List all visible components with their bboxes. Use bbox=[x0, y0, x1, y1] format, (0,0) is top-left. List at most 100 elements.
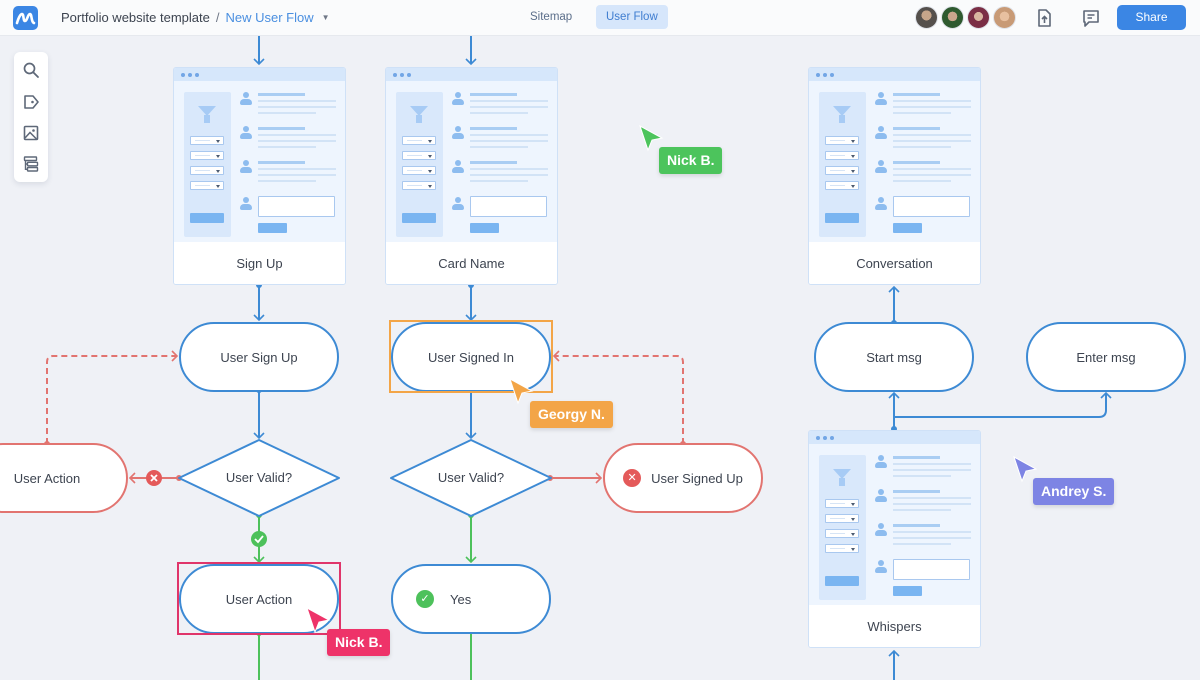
button-placeholder bbox=[825, 576, 859, 586]
window-dot bbox=[407, 73, 411, 77]
text-line bbox=[258, 127, 305, 130]
button-placeholder bbox=[402, 213, 436, 223]
tag-icon[interactable] bbox=[22, 93, 40, 111]
node-user-action-error[interactable]: User Action bbox=[0, 443, 128, 513]
breadcrumb-current-flow[interactable]: New User Flow bbox=[225, 10, 313, 25]
decision-user-valid-left[interactable] bbox=[178, 439, 340, 517]
wireframe-body bbox=[174, 81, 345, 242]
sitemap-icon[interactable] bbox=[22, 155, 40, 173]
text-line bbox=[893, 146, 951, 148]
flow-canvas[interactable]: Sign Up Card Name Conversation Whispers … bbox=[0, 0, 1200, 680]
user-icon bbox=[875, 197, 887, 210]
window-dot bbox=[830, 73, 834, 77]
breadcrumb-project[interactable]: Portfolio website template bbox=[61, 10, 210, 25]
text-line bbox=[893, 469, 971, 471]
window-dot bbox=[400, 73, 404, 77]
text-line bbox=[470, 161, 517, 164]
button-placeholder bbox=[893, 223, 922, 233]
button-placeholder bbox=[893, 586, 922, 596]
text-line bbox=[470, 168, 548, 170]
image-icon[interactable] bbox=[22, 124, 40, 142]
export-icon[interactable] bbox=[1034, 8, 1054, 28]
text-line bbox=[893, 93, 940, 96]
text-line bbox=[258, 106, 336, 108]
node-enter-msg[interactable]: Enter msg bbox=[1026, 322, 1186, 392]
filter-sidebar bbox=[396, 92, 443, 237]
node-label: User Sign Up bbox=[220, 349, 298, 365]
avatar[interactable] bbox=[993, 6, 1016, 29]
text-line bbox=[893, 174, 971, 176]
node-label: User Signed In bbox=[428, 349, 514, 365]
node-label: Yes bbox=[450, 591, 472, 607]
dropdown-placeholder bbox=[825, 151, 859, 160]
text-line bbox=[470, 180, 528, 182]
text-line bbox=[470, 93, 517, 96]
user-icon bbox=[240, 160, 252, 173]
node-label: User Action bbox=[13, 470, 81, 486]
window-dot bbox=[823, 436, 827, 440]
screen-conversation[interactable]: Conversation bbox=[808, 67, 981, 285]
text-line bbox=[470, 100, 548, 102]
success-icon: ✓ bbox=[416, 590, 434, 608]
screen-title: Card Name bbox=[386, 242, 557, 284]
node-yes[interactable]: ✓ Yes bbox=[391, 564, 551, 634]
text-line bbox=[470, 127, 517, 130]
decision-user-valid-right[interactable] bbox=[390, 439, 552, 517]
screen-whispers[interactable]: Whispers bbox=[808, 430, 981, 648]
avatar[interactable] bbox=[967, 6, 990, 29]
text-line bbox=[258, 140, 336, 142]
text-line bbox=[893, 497, 971, 499]
dropdown-placeholder bbox=[825, 514, 859, 523]
user-icon bbox=[452, 92, 464, 105]
text-line bbox=[893, 100, 971, 102]
screen-card-name[interactable]: Card Name bbox=[385, 67, 558, 285]
text-line bbox=[470, 140, 548, 142]
window-dot bbox=[830, 436, 834, 440]
node-start-msg[interactable]: Start msg bbox=[814, 322, 974, 392]
text-line bbox=[258, 168, 336, 170]
avatar[interactable] bbox=[915, 6, 938, 29]
cursor-label: Andrey S. bbox=[1033, 478, 1115, 505]
text-line bbox=[258, 146, 316, 148]
connector bbox=[46, 350, 179, 444]
dropdown-placeholder bbox=[190, 181, 224, 190]
search-icon[interactable] bbox=[22, 61, 40, 79]
text-line bbox=[470, 112, 528, 114]
text-line bbox=[258, 161, 305, 164]
node-user-signed-up[interactable]: ✕ User Signed Up bbox=[603, 443, 763, 513]
text-line bbox=[470, 146, 528, 148]
filter-sidebar bbox=[819, 455, 866, 600]
user-icon bbox=[875, 523, 887, 536]
user-icon bbox=[240, 92, 252, 105]
user-icon bbox=[875, 560, 887, 573]
dropdown-placeholder bbox=[825, 166, 859, 175]
text-line bbox=[258, 134, 336, 136]
window-dot bbox=[816, 436, 820, 440]
screen-sign-up[interactable]: Sign Up bbox=[173, 67, 346, 285]
tab-sitemap[interactable]: Sitemap bbox=[520, 5, 582, 29]
dropdown-placeholder bbox=[825, 499, 859, 508]
text-line bbox=[470, 106, 548, 108]
screen-title: Conversation bbox=[809, 242, 980, 284]
logo-icon bbox=[15, 12, 36, 25]
share-button[interactable]: Share bbox=[1117, 5, 1186, 30]
screen-title: Whispers bbox=[809, 605, 980, 647]
app-logo[interactable] bbox=[13, 6, 38, 30]
text-line bbox=[893, 106, 971, 108]
window-dot bbox=[823, 73, 827, 77]
chevron-down-icon[interactable]: ▼ bbox=[322, 13, 330, 22]
node-label: Enter msg bbox=[1076, 349, 1136, 365]
text-line bbox=[893, 531, 971, 533]
dropdown-placeholder bbox=[402, 181, 436, 190]
node-user-sign-up[interactable]: User Sign Up bbox=[179, 322, 339, 392]
wireframe-body bbox=[386, 81, 557, 242]
comment-icon[interactable] bbox=[1081, 8, 1101, 28]
avatar[interactable] bbox=[941, 6, 964, 29]
window-dot bbox=[195, 73, 199, 77]
text-line bbox=[893, 168, 971, 170]
window-bar bbox=[386, 68, 557, 81]
tab-user-flow[interactable]: User Flow bbox=[596, 5, 668, 29]
user-icon bbox=[452, 197, 464, 210]
node-label: User Action bbox=[225, 591, 293, 607]
button-placeholder bbox=[470, 223, 499, 233]
